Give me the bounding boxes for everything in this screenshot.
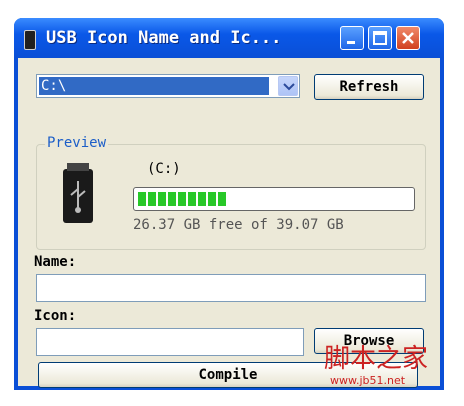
progress-segment: [168, 192, 176, 206]
usb-drive-icon: [63, 163, 93, 223]
usb-app-icon: [24, 30, 36, 50]
refresh-button[interactable]: Refresh: [314, 74, 424, 100]
progress-segment: [188, 192, 196, 206]
watermark: 脚本之家 www.jb51.net: [324, 338, 448, 394]
progress-segment: [158, 192, 166, 206]
progress-segment: [218, 192, 226, 206]
icon-label: Icon:: [34, 308, 77, 324]
disk-usage-bar: [133, 187, 415, 211]
minimize-icon: [347, 41, 355, 44]
drive-select-value: C:\: [39, 77, 269, 95]
drive-name: (C:): [147, 161, 181, 177]
name-field[interactable]: [36, 274, 426, 302]
maximize-button[interactable]: [368, 26, 392, 50]
minimize-button[interactable]: [340, 26, 364, 50]
dropdown-arrow-button[interactable]: [278, 76, 298, 96]
name-label: Name:: [34, 254, 77, 270]
icon-field[interactable]: [36, 328, 304, 356]
progress-segment: [148, 192, 156, 206]
drive-select[interactable]: C:\: [36, 74, 300, 98]
close-icon: [402, 32, 414, 44]
progress-segment: [208, 192, 216, 206]
chevron-down-icon: [283, 83, 295, 91]
preview-group: Preview (C:) 26.37 GB free of 39.07 GB: [36, 135, 426, 250]
progress-segment: [138, 192, 146, 206]
maximize-icon: [373, 31, 387, 45]
title-bar[interactable]: USB Icon Name and Ic...: [14, 18, 444, 58]
progress-segment: [178, 192, 186, 206]
watermark-text: 脚本之家: [324, 344, 429, 374]
window-client-area: C:\ Refresh Preview (C:) 26.37 GB free o…: [18, 58, 440, 388]
window-title: USB Icon Name and Ic...: [46, 28, 282, 48]
free-space-text: 26.37 GB free of 39.07 GB: [133, 217, 344, 233]
main-window: USB Icon Name and Ic... C:\ Refresh Prev…: [14, 18, 444, 390]
watermark-url: www.jb51.net: [330, 374, 406, 387]
progress-segment: [198, 192, 206, 206]
close-button[interactable]: [396, 26, 420, 50]
preview-group-label: Preview: [45, 135, 109, 151]
